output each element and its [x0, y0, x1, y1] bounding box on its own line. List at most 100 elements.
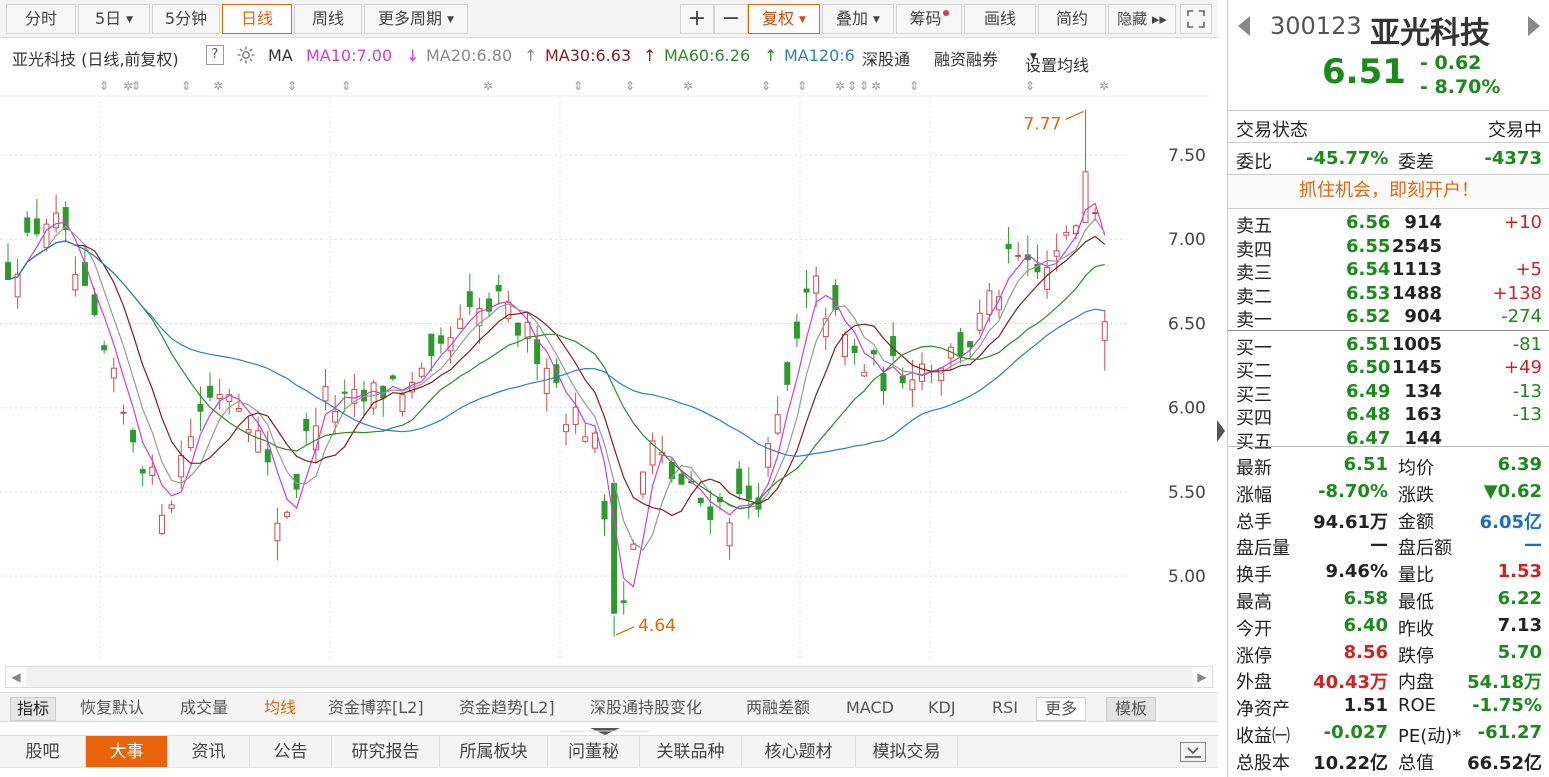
event-arrow-icon[interactable]: ⇕ — [859, 79, 869, 93]
event-arrow-icon[interactable]: ⇕ — [341, 79, 351, 93]
stat-label: 最低 — [1398, 592, 1434, 613]
indicator-tab-rsi[interactable]: RSI — [992, 697, 1018, 719]
bottom-tab-core-topics[interactable]: 核心题材 — [742, 736, 856, 768]
order-level-label: 买三 — [1236, 384, 1272, 406]
indicator-tab-margin-diff[interactable]: 两融差额 — [746, 697, 810, 719]
indicator-tab-index[interactable]: 指标 — [10, 697, 57, 721]
ma10-value: MA10:7.00 — [306, 46, 393, 65]
candle-body — [957, 332, 964, 357]
event-arrow-icon[interactable]: ⇕ — [847, 79, 857, 93]
next-stock-icon[interactable] — [1528, 16, 1540, 36]
tab-daily[interactable]: 日线 — [222, 4, 292, 34]
indicator-tab-capital-trend[interactable]: 资金趋势[L2] — [459, 697, 555, 719]
event-star-icon[interactable]: ✲ — [213, 79, 223, 93]
event-arrow-icon[interactable]: ⇕ — [909, 79, 919, 93]
order-price: 6.53 — [1346, 282, 1391, 304]
tab-intraday[interactable]: 分时 — [6, 4, 76, 34]
overlay-dropdown[interactable]: 叠加 ▼ — [822, 4, 894, 34]
candle-body — [428, 333, 435, 357]
candle-body — [697, 497, 704, 504]
collapse-panel-button[interactable] — [1180, 742, 1206, 762]
indicator-tab-volume[interactable]: 成交量 — [180, 697, 228, 719]
indicator-tab-reset[interactable]: 恢复默认 — [80, 697, 144, 719]
indicator-more-button[interactable]: 更多 — [1036, 697, 1087, 721]
scroll-left-icon[interactable]: ◀ — [6, 667, 26, 687]
open-account-banner[interactable]: 抓住机会，即刻开户！ — [1228, 175, 1549, 207]
stat-value: -61.27 — [1477, 722, 1542, 743]
indicator-template-button[interactable]: 模板 — [1106, 697, 1157, 721]
more-periods-dropdown[interactable]: 更多周期 ▼ — [364, 4, 468, 34]
chevron-down-icon: ▼ — [126, 15, 134, 25]
chart-scrollbar[interactable]: ◀ ▶ — [5, 666, 1213, 688]
simple-button[interactable]: 简约 — [1038, 4, 1106, 34]
adjust-dropdown[interactable]: 复权 ▼ — [748, 4, 820, 34]
zoom-in-button[interactable]: + — [680, 4, 714, 34]
order-volume: 1145 — [1391, 357, 1442, 378]
bottom-tab-ask-secretary[interactable]: 问董秘 — [548, 736, 640, 768]
bottom-tab-events[interactable]: 大事 — [86, 736, 168, 768]
sgt-link[interactable]: 深股通 — [862, 46, 910, 70]
event-star-icon[interactable]: ✲ — [483, 79, 493, 93]
stat-label: PE(动)* — [1398, 726, 1462, 747]
kline-chart[interactable]: 7.507.006.506.005.505.00 ⇕ ✲⇕ ⇕ ✲ ⇕ ⇕ ✲ ⇕ ⇕ ✲ ⇕ ⇕ ✲ ⇕… — [0, 72, 1218, 664]
stat-label: 跌停 — [1398, 645, 1434, 667]
candle-body — [909, 379, 916, 391]
stat-label: 最新 — [1236, 458, 1272, 479]
indicator-tab-ma[interactable]: 均线 — [264, 697, 296, 719]
event-arrow-icon[interactable]: ⇕ — [181, 79, 191, 93]
candle-body — [938, 367, 945, 382]
order-change: -13 — [1512, 380, 1542, 402]
bottom-tab-news[interactable]: 资讯 — [168, 736, 250, 768]
event-arrow-icon[interactable]: ⇕ — [99, 79, 109, 93]
bottom-tab-research[interactable]: 研究报告 — [332, 736, 440, 768]
bottom-tab-sector[interactable]: 所属板块 — [440, 736, 548, 768]
indicator-tab-macd[interactable]: MACD — [846, 697, 894, 719]
event-star-icon[interactable]: ✲ — [835, 79, 845, 93]
help-button[interactable]: ? — [206, 45, 224, 65]
y-tick-label: 6.00 — [1168, 399, 1206, 419]
tab-5day[interactable]: 5日 ▼ — [78, 4, 150, 34]
order-change: -274 — [1501, 306, 1542, 327]
fullscreen-button[interactable] — [1180, 4, 1212, 34]
indicator-tab-sgt-holding[interactable]: 深股通持股变化 — [590, 697, 702, 719]
event-arrow-icon[interactable]: ⇕ — [131, 79, 141, 93]
bottom-tab-sim-trading[interactable]: 模拟交易 — [856, 736, 958, 768]
hide-panel-button[interactable]: 隐藏 ▸▸ — [1108, 4, 1176, 34]
stock-name: 亚光科技 — [1370, 16, 1490, 51]
event-star-icon[interactable]: ✲ — [683, 79, 693, 93]
chevron-down-icon: ▼ — [1030, 52, 1037, 62]
bottom-tab-related[interactable]: 关联品种 — [640, 736, 742, 768]
indicator-tab-kdj[interactable]: KDJ — [928, 697, 956, 719]
bottom-tab-announcements[interactable]: 公告 — [250, 736, 332, 768]
weibi-label: 委比 — [1236, 152, 1272, 173]
event-arrow-icon[interactable]: ⇕ — [625, 79, 635, 93]
draw-button[interactable]: 画线 — [964, 4, 1036, 34]
splitter-handle[interactable] — [560, 722, 650, 735]
prev-stock-icon[interactable] — [1238, 16, 1250, 36]
bottom-tab-guba[interactable]: 股吧 — [0, 736, 86, 768]
low-price-label: 4.64 — [638, 616, 676, 636]
margin-trading-link[interactable]: 融资融券 — [934, 46, 998, 70]
side-collapse-handle[interactable] — [1216, 418, 1226, 444]
gear-icon[interactable] — [236, 45, 256, 69]
candle-body — [264, 449, 271, 463]
event-arrow-icon[interactable]: ⇕ — [1025, 79, 1035, 93]
scroll-right-icon[interactable]: ▶ — [1192, 667, 1212, 687]
indicator-tab-capital-game[interactable]: 资金博弈[L2] — [328, 697, 424, 719]
weicha-value: -4373 — [1484, 148, 1542, 169]
stat-label: 涨幅 — [1236, 484, 1272, 506]
candle-body — [967, 341, 974, 348]
event-arrow-icon[interactable]: ⇕ — [797, 79, 807, 93]
event-star-icon[interactable]: ✲ — [1099, 79, 1109, 93]
candle-body — [341, 391, 348, 394]
event-star-icon[interactable]: ✲ — [871, 79, 881, 93]
event-arrow-icon[interactable]: ⇕ — [761, 79, 771, 93]
candle-body — [563, 424, 570, 433]
tab-weekly[interactable]: 周线 — [294, 4, 362, 34]
stat-value: 1.53 — [1497, 561, 1542, 583]
tab-5min[interactable]: 5分钟 — [152, 4, 220, 34]
event-arrow-icon[interactable]: ⇕ — [573, 79, 583, 93]
event-arrow-icon[interactable]: ⇕ — [287, 79, 297, 93]
zoom-out-button[interactable]: − — [714, 4, 748, 34]
chips-button[interactable]: 筹码 — [896, 4, 962, 34]
